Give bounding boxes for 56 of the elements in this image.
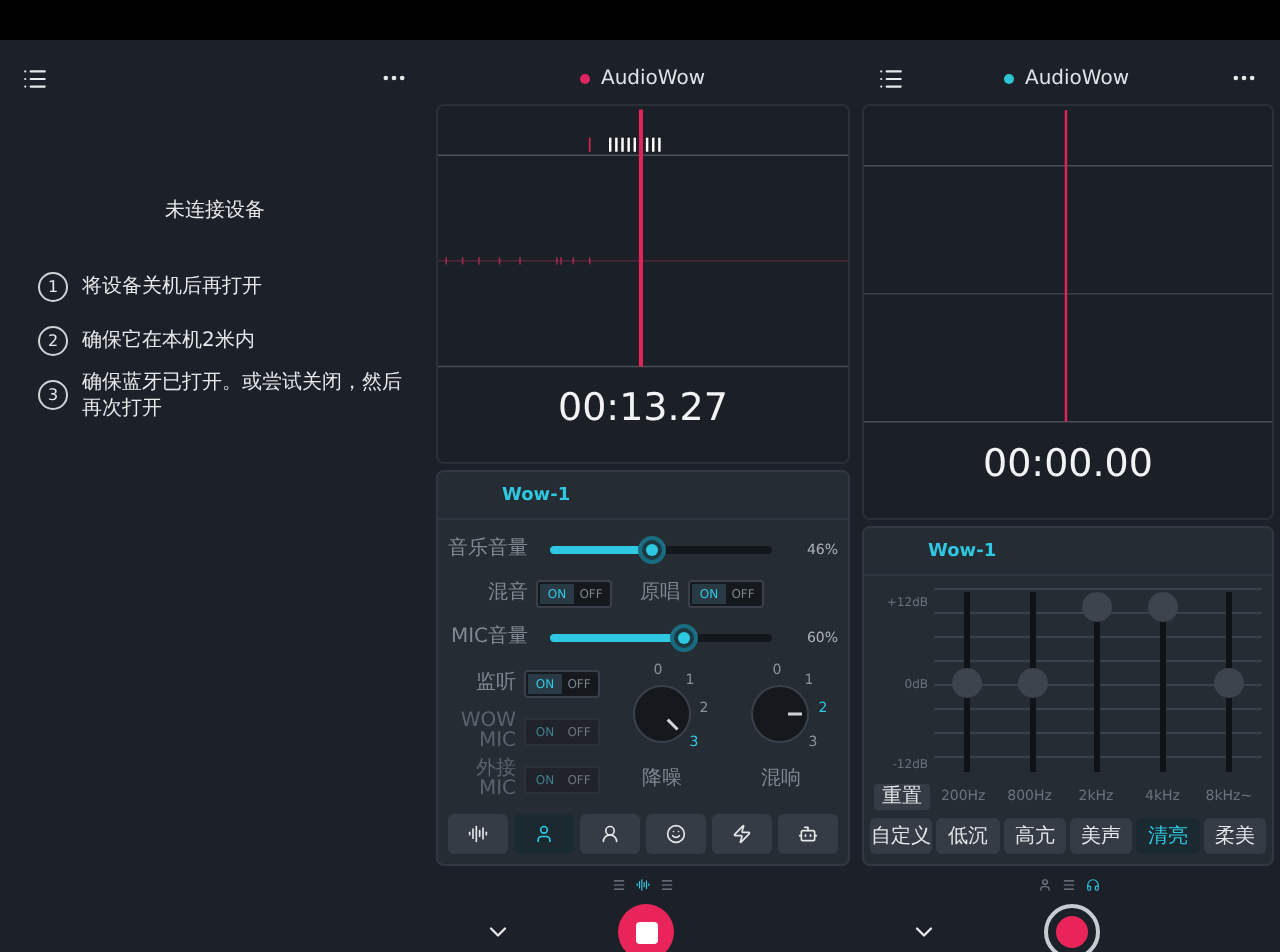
menu-icon[interactable]	[22, 65, 48, 91]
app-title: AudioWow	[1024, 67, 1130, 89]
step-text: 确保它在本机2米内	[82, 328, 255, 354]
menu-icon[interactable]	[878, 65, 904, 91]
mode-button[interactable]	[712, 814, 772, 854]
preset-button[interactable]: 清亮	[1136, 818, 1200, 854]
mode-button[interactable]	[580, 814, 640, 854]
eq-slider[interactable]	[951, 592, 982, 772]
device-name: Wow-1	[864, 528, 1272, 576]
eq-slider[interactable]	[1017, 592, 1048, 772]
page-dot-icon[interactable]	[660, 877, 674, 891]
waveform-icon	[468, 824, 488, 844]
preset-button[interactable]: 美声	[1069, 818, 1133, 854]
preset-button[interactable]: 自定义	[870, 818, 933, 854]
headphones-icon[interactable]	[1085, 877, 1099, 891]
toggle-label: 原唱	[638, 584, 680, 604]
mode-button[interactable]	[778, 814, 838, 854]
eq-slider[interactable]	[1214, 592, 1245, 772]
mode-button[interactable]	[646, 814, 706, 854]
mode-button[interactable]	[448, 814, 508, 854]
app-title: AudioWow	[600, 67, 706, 89]
person-icon	[600, 824, 620, 844]
page-dot-icon[interactable]	[612, 877, 626, 891]
mode-button[interactable]	[514, 814, 574, 854]
preset-button[interactable]: 低沉	[936, 818, 1000, 854]
timer: 00:13.27	[556, 384, 730, 434]
slider-label: 音乐音量	[448, 540, 528, 560]
status-title: 未连接设备	[165, 197, 265, 224]
device-name: Wow-1	[438, 472, 848, 520]
reset-button[interactable]: 重置	[874, 783, 930, 809]
toggle-label: 监听	[474, 674, 516, 694]
record-button[interactable]	[1044, 904, 1100, 952]
step-number: 1	[38, 272, 68, 302]
knob-label: 降噪	[641, 766, 682, 792]
toggle-label: WOW MIC	[458, 712, 516, 752]
slider-label: MIC音量	[448, 628, 528, 648]
step-number: 3	[38, 380, 68, 410]
eq-slider[interactable]	[1082, 592, 1113, 772]
step-text: 将设备关机后再打开	[82, 274, 262, 300]
knob-label: 混响	[760, 766, 801, 792]
step-number: 2	[38, 326, 68, 356]
preset-button[interactable]: 高亢	[1003, 818, 1066, 854]
step-text: 确保蓝牙已打开。或尝试关闭，然后再次打开	[82, 369, 404, 421]
eq-slider[interactable]	[1148, 592, 1179, 772]
stop-button[interactable]	[618, 904, 674, 952]
toggle-label: 外接 MIC	[474, 760, 516, 800]
timer: 00:00.00	[981, 440, 1155, 490]
preset-button[interactable]: 柔美	[1203, 818, 1266, 854]
lightning-icon	[732, 824, 752, 844]
page-dot-icon[interactable]	[636, 877, 650, 891]
person-icon	[534, 824, 554, 844]
lines-icon[interactable]	[1061, 877, 1075, 891]
smile-icon	[666, 824, 686, 844]
person-icon[interactable]	[1037, 877, 1051, 891]
robot-icon	[798, 824, 818, 844]
toggle-label: 混音	[486, 584, 528, 604]
